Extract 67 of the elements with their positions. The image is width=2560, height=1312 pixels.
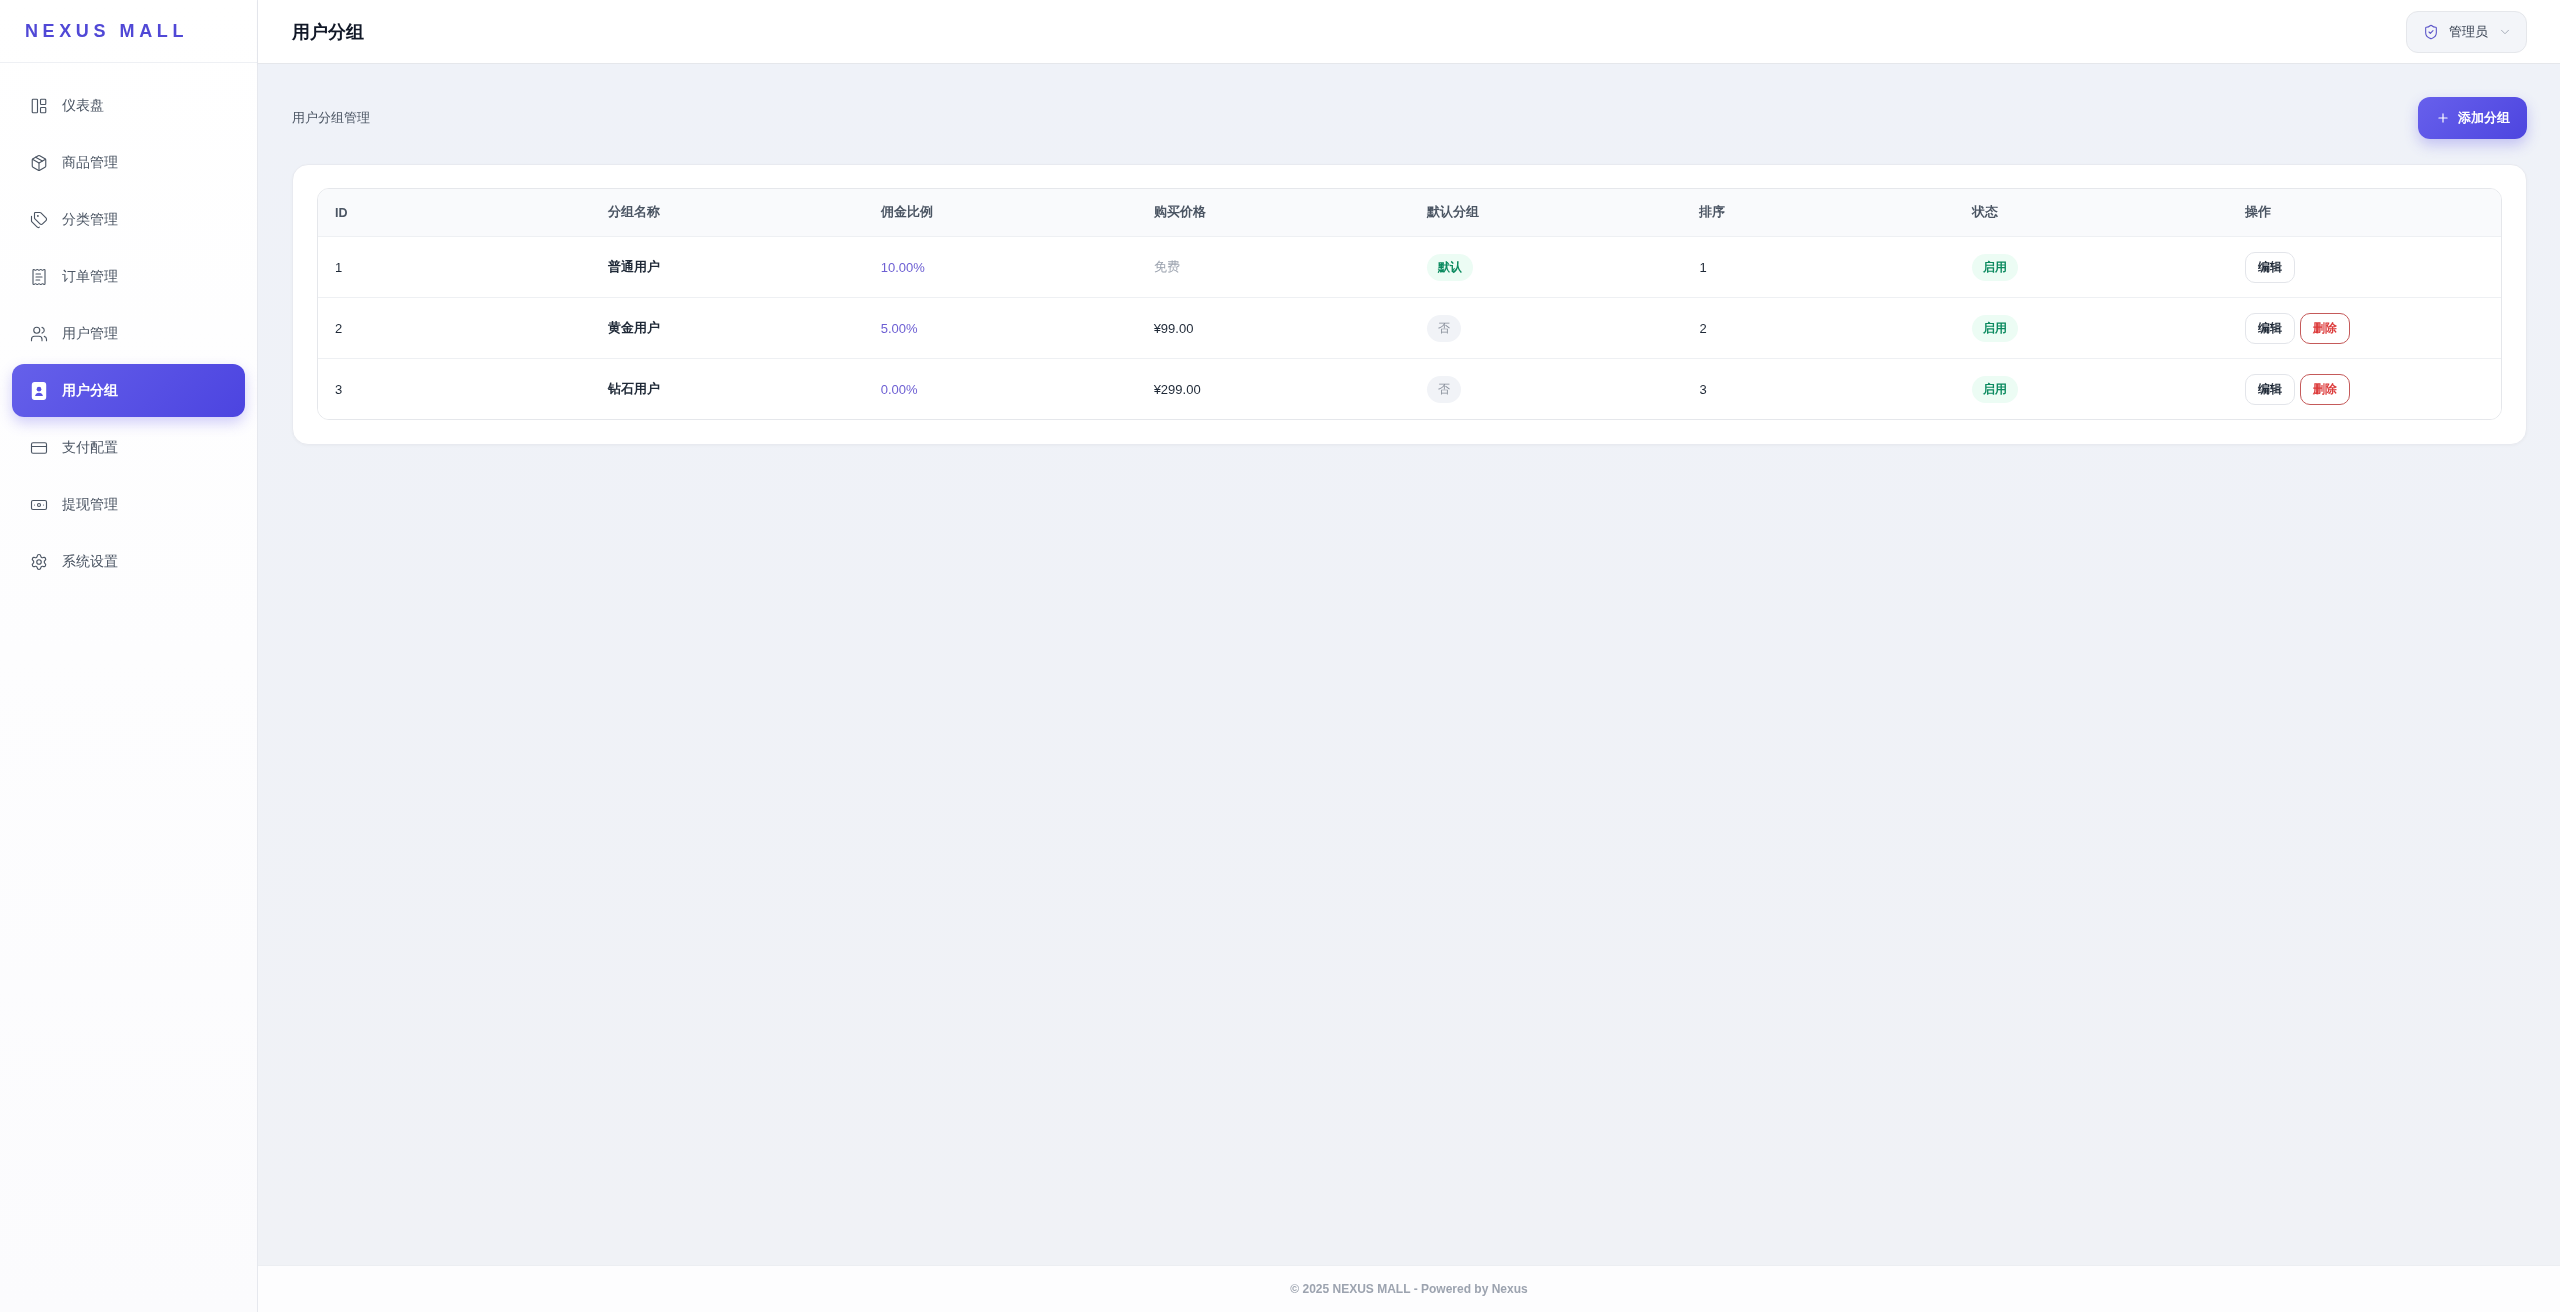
sort-cell-text: 1: [1698, 259, 1708, 275]
nav-label: 用户管理: [62, 324, 118, 343]
user-menu-button[interactable]: 管理员: [2406, 10, 2527, 53]
footer-text: © 2025 NEXUS MALL - Powered by Nexus: [1290, 1282, 1528, 1296]
section-subtitle: 用户分组管理: [292, 109, 370, 127]
column-header: 排序: [1698, 204, 1727, 221]
logo: NEXUS MALL: [25, 20, 188, 42]
nav-item[interactable]: 分类管理: [12, 193, 245, 246]
default-badge: 否: [1426, 375, 1461, 403]
id-cell-text: 2: [334, 320, 344, 336]
group-name-cell-text: 普通用户: [606, 258, 661, 276]
price-cell-text: ¥299.00: [1152, 381, 1202, 397]
edit-button[interactable]: 编辑: [2245, 312, 2296, 344]
nav-label: 支付配置: [62, 438, 118, 457]
status-badge: 启用: [1972, 314, 2019, 342]
commission-cell-text: 5.00%: [879, 320, 919, 336]
nav-label: 提现管理: [62, 495, 118, 514]
nav-item[interactable]: 商品管理: [12, 136, 245, 189]
nav-item[interactable]: 仪表盘: [12, 79, 245, 132]
nav-item[interactable]: 用户管理: [12, 307, 245, 360]
panels-icon: [30, 96, 48, 115]
default-badge: 否: [1426, 314, 1461, 342]
shield-icon: [2423, 23, 2439, 40]
price-cell-text: ¥99.00: [1152, 320, 1195, 336]
receipt-icon: [30, 267, 48, 286]
users-icon: [30, 324, 48, 343]
delete-button[interactable]: 删除: [2300, 312, 2351, 344]
nav-label: 仪表盘: [62, 96, 104, 115]
plus-icon: [2436, 111, 2450, 125]
nav-item[interactable]: 订单管理: [12, 250, 245, 303]
group-name-cell-text: 黄金用户: [606, 319, 661, 337]
settings-icon: [30, 552, 48, 571]
commission-cell-text: 10.00%: [879, 259, 926, 275]
delete-button[interactable]: 删除: [2300, 373, 2351, 405]
nav-label: 商品管理: [62, 153, 118, 172]
default-badge: 默认: [1426, 253, 1473, 281]
nav-label: 订单管理: [62, 267, 118, 286]
id-cell-text: 3: [334, 381, 344, 397]
nav-item[interactable]: 提现管理: [12, 478, 245, 531]
nav-label: 分类管理: [62, 210, 118, 229]
column-header: 分组名称: [606, 204, 661, 221]
column-header: 佣金比例: [879, 204, 934, 221]
commission-cell-text: 0.00%: [879, 381, 919, 397]
nav-item[interactable]: 用户分组: [12, 364, 245, 417]
tag-icon: [30, 210, 48, 229]
column-header: 默认分组: [1425, 204, 1480, 221]
column-header: ID: [334, 205, 349, 220]
price-cell-text: 免费: [1152, 258, 1181, 276]
group-name-cell-text: 钻石用户: [606, 380, 661, 398]
nav-item[interactable]: 支付配置: [12, 421, 245, 474]
column-header: 操作: [2244, 204, 2273, 221]
add-group-button[interactable]: 添加分组: [2418, 97, 2527, 139]
column-header: 状态: [1970, 204, 2000, 221]
nav-item[interactable]: 系统设置: [12, 535, 245, 588]
sort-cell-text: 2: [1698, 320, 1708, 336]
nav-label: 系统设置: [62, 552, 118, 571]
status-badge: 启用: [1972, 375, 2019, 403]
sort-cell-text: 3: [1698, 381, 1708, 397]
edit-button[interactable]: 编辑: [2245, 373, 2296, 405]
edit-button[interactable]: 编辑: [2245, 251, 2296, 283]
column-header: 购买价格: [1152, 204, 1207, 221]
user-card-icon: [30, 381, 48, 400]
page-title: 用户分组: [292, 20, 364, 44]
id-cell-text: 1: [334, 259, 344, 275]
status-badge: 启用: [1972, 253, 2019, 281]
box-icon: [30, 153, 48, 172]
nav-label: 用户分组: [62, 381, 118, 400]
